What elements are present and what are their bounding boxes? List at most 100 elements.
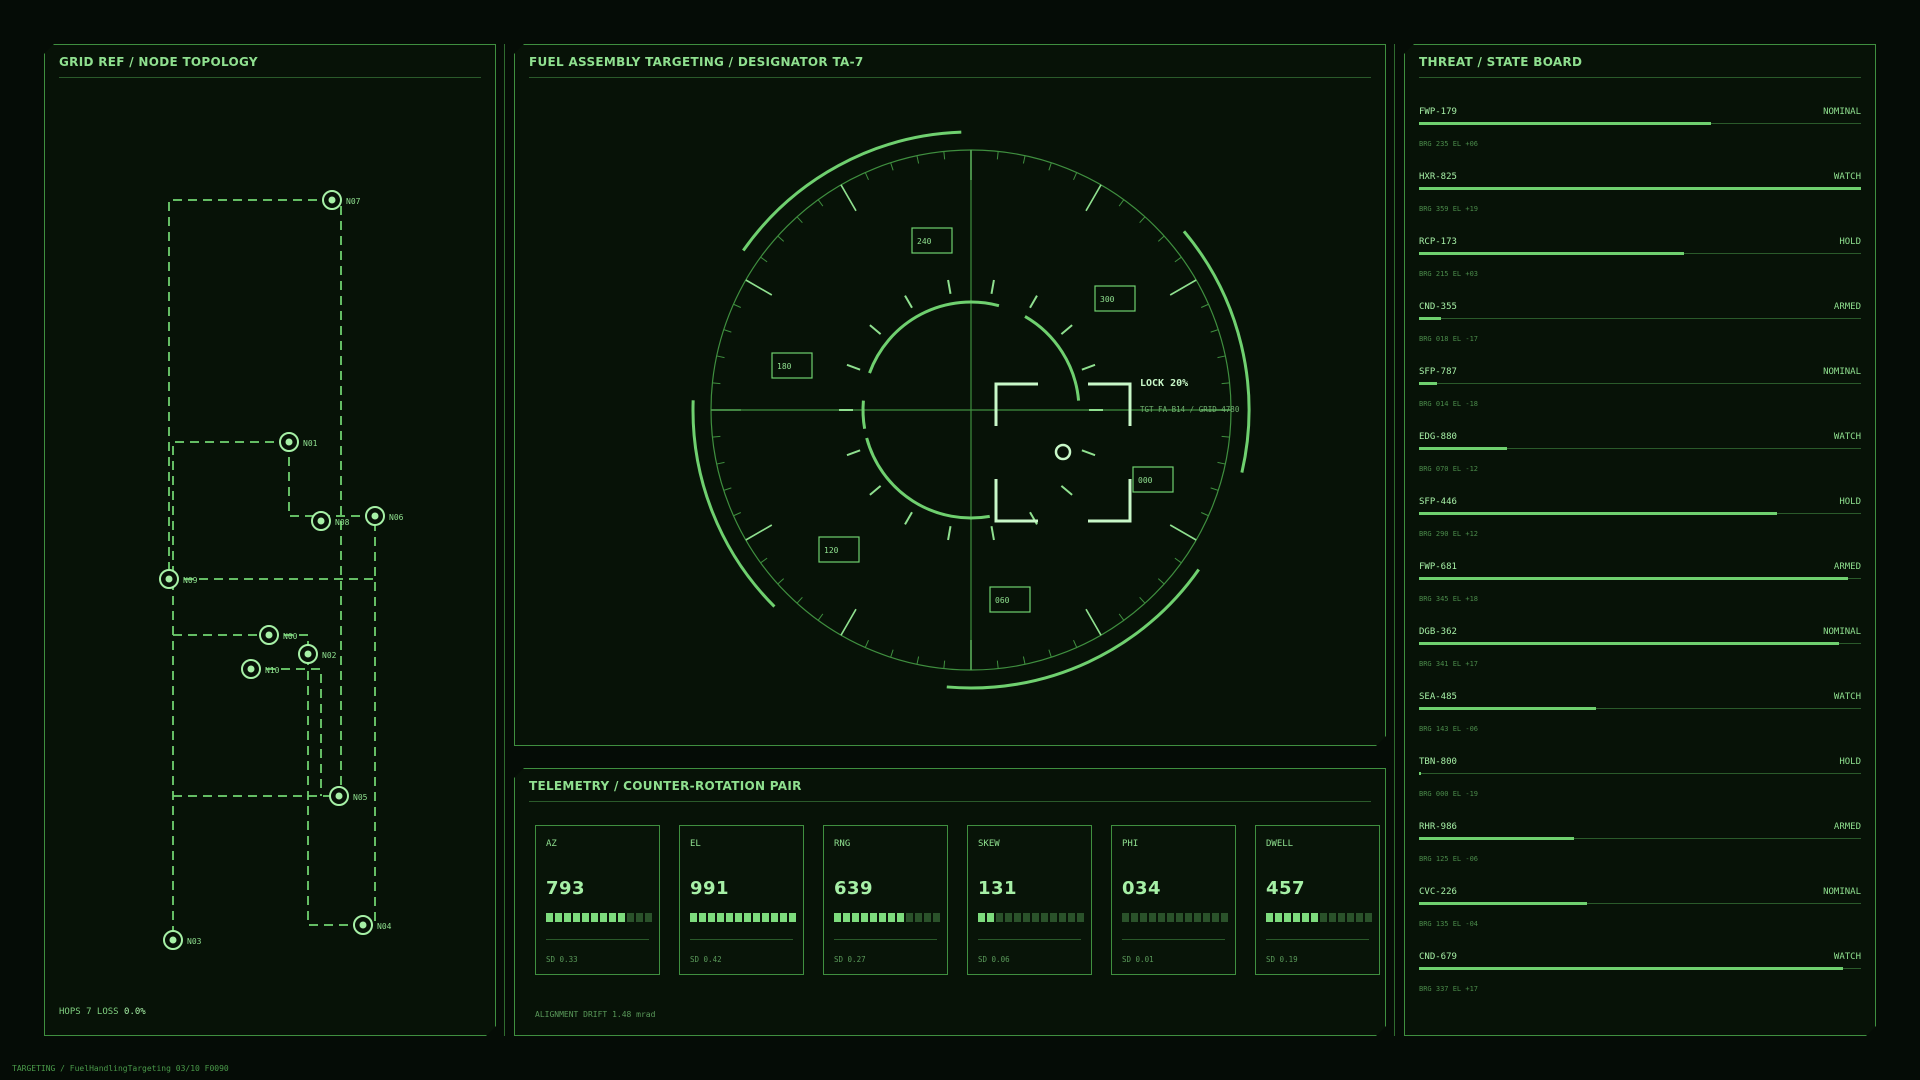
threat-row[interactable]: FWP-681 ARMED BRG 345 EL +18 bbox=[1419, 562, 1861, 627]
threat-bearing: BRG 337 EL +17 bbox=[1419, 985, 1479, 993]
inner-tick bbox=[1061, 486, 1072, 495]
scope-tick bbox=[1140, 597, 1145, 603]
bearing-box[interactable]: 000 bbox=[1133, 467, 1173, 492]
level-segment bbox=[699, 913, 706, 922]
threat-row[interactable]: DGB-362 NOMINAL BRG 341 EL +17 bbox=[1419, 627, 1861, 692]
telemetry-card-skew[interactable]: SKEW 131 SD 0.06 bbox=[967, 825, 1092, 975]
topology-node[interactable]: N01 bbox=[280, 433, 318, 451]
scope-tick bbox=[891, 650, 893, 658]
bearing-box[interactable]: 180 bbox=[772, 353, 812, 378]
level-segment bbox=[897, 913, 904, 922]
scope-tick bbox=[761, 257, 767, 262]
topology-node[interactable]: N10 bbox=[242, 660, 280, 678]
level-segment bbox=[726, 913, 733, 922]
telemetry-card-el[interactable]: EL 991 SD 0.42 bbox=[679, 825, 804, 975]
target-label: TGT FA-B14 / GRID 4780 bbox=[1140, 405, 1240, 414]
target-bracket[interactable] bbox=[1088, 479, 1130, 521]
target-bracket[interactable] bbox=[996, 384, 1038, 426]
threat-id: SEA-485 bbox=[1419, 692, 1457, 702]
threat-state: HOLD bbox=[1839, 497, 1861, 507]
level-segment bbox=[1212, 913, 1219, 922]
threat-row[interactable]: FWP-179 NOMINAL BRG 235 EL +06 bbox=[1419, 107, 1861, 172]
inner-arc bbox=[863, 401, 865, 429]
threat-row[interactable]: SEA-485 WATCH BRG 143 EL -06 bbox=[1419, 692, 1861, 757]
threat-level-fill bbox=[1419, 707, 1596, 710]
target-bracket[interactable] bbox=[1088, 384, 1130, 426]
scope-tick bbox=[1211, 330, 1219, 332]
telemetry-card-rng[interactable]: RNG 639 SD 0.27 bbox=[823, 825, 948, 975]
threat-id: CVC-226 bbox=[1419, 887, 1457, 897]
topology-link bbox=[321, 516, 375, 925]
threat-row[interactable]: RHR-986 ARMED BRG 125 EL -06 bbox=[1419, 822, 1861, 887]
telemetry-card-dwell[interactable]: DWELL 457 SD 0.19 bbox=[1255, 825, 1380, 975]
inner-tick bbox=[1030, 296, 1037, 308]
scope-tick bbox=[1023, 656, 1025, 664]
hops-loss-label: HOPS 7 LOSS bbox=[59, 1007, 119, 1017]
topology-node[interactable]: N03 bbox=[164, 931, 202, 949]
inner-tick bbox=[991, 526, 993, 540]
node-dot-icon bbox=[166, 576, 173, 583]
telemetry-card-az[interactable]: AZ 793 SD 0.33 bbox=[535, 825, 660, 975]
threat-bearing: BRG 014 EL -18 bbox=[1419, 400, 1479, 408]
scope-tick bbox=[1049, 650, 1051, 658]
topology-node[interactable]: N06 bbox=[366, 507, 404, 525]
telemetry-value: 793 bbox=[546, 878, 586, 899]
reticle-marker-icon[interactable] bbox=[1056, 445, 1070, 459]
scope-tick bbox=[1217, 356, 1225, 358]
level-segment bbox=[735, 913, 742, 922]
threat-row[interactable]: CND-355 ARMED BRG 018 EL -17 bbox=[1419, 302, 1861, 367]
topology-node[interactable]: N04 bbox=[354, 916, 392, 934]
threat-level-fill bbox=[1419, 512, 1777, 515]
topology-node[interactable]: N00 bbox=[260, 626, 298, 644]
threat-row[interactable]: TBN-800 HOLD BRG 000 EL -19 bbox=[1419, 757, 1861, 822]
bearing-box[interactable]: 120 bbox=[819, 537, 859, 562]
bearing-box[interactable]: 300 bbox=[1095, 286, 1135, 311]
topology-link bbox=[169, 200, 332, 579]
topology-panel: GRID REF / NODE TOPOLOGY N07 N01 N08 N06 N09… bbox=[44, 44, 496, 1036]
level-segment bbox=[555, 913, 562, 922]
bearing-box[interactable]: 060 bbox=[990, 587, 1030, 612]
outer-arc bbox=[693, 400, 774, 606]
bearing-label: 120 bbox=[824, 546, 839, 555]
threat-row[interactable]: SFP-787 NOMINAL BRG 014 EL -18 bbox=[1419, 367, 1861, 432]
scope-tick bbox=[733, 304, 740, 307]
topology-node[interactable]: N05 bbox=[330, 787, 368, 805]
topology-node[interactable]: N02 bbox=[299, 645, 337, 663]
alignment-drift: ALIGNMENT DRIFT 1.48 mrad bbox=[535, 1010, 656, 1019]
threat-row[interactable]: CVC-226 NOMINAL BRG 135 EL -04 bbox=[1419, 887, 1861, 952]
threat-row[interactable]: EDG-880 WATCH BRG 070 EL -12 bbox=[1419, 432, 1861, 497]
telemetry-panel: TELEMETRY / COUNTER-ROTATION PAIR AZ 793 S… bbox=[514, 768, 1386, 1036]
threat-state: HOLD bbox=[1839, 237, 1861, 247]
telemetry-sd: SD 0.01 bbox=[1122, 955, 1154, 964]
threat-row[interactable]: RCP-173 HOLD BRG 215 EL +03 bbox=[1419, 237, 1861, 302]
inner-tick bbox=[991, 280, 993, 294]
bearing-box[interactable]: 240 bbox=[912, 228, 952, 253]
threat-state: NOMINAL bbox=[1823, 107, 1861, 117]
threat-row[interactable]: SFP-446 HOLD BRG 290 EL +12 bbox=[1419, 497, 1861, 562]
bearing-label: 000 bbox=[1138, 476, 1153, 485]
topology-graph[interactable]: N07 N01 N08 N06 N09 N00 N02 N10 N05 N04 N03 bbox=[45, 45, 497, 1037]
bearing-label: 240 bbox=[917, 237, 932, 246]
threat-state: NOMINAL bbox=[1823, 887, 1861, 897]
node-dot-icon bbox=[372, 513, 379, 520]
targeting-scope[interactable]: 240 300 180 000 120 060 LOCK 20% TGT FA-B14 / G… bbox=[515, 45, 1387, 747]
telemetry-divider bbox=[690, 939, 793, 940]
threat-bearing: BRG 290 EL +12 bbox=[1419, 530, 1479, 538]
scope-tick bbox=[1158, 236, 1164, 241]
telemetry-level-bar bbox=[1266, 913, 1372, 922]
level-segment bbox=[1122, 913, 1129, 922]
scope-tick bbox=[1086, 185, 1101, 211]
topology-node[interactable]: N09 bbox=[160, 570, 198, 588]
topology-links bbox=[169, 200, 375, 940]
telemetry-card-phi[interactable]: PHI 034 SD 0.01 bbox=[1111, 825, 1236, 975]
threat-id: FWP-681 bbox=[1419, 562, 1457, 572]
level-segment bbox=[753, 913, 760, 922]
threat-bearing: BRG 018 EL -17 bbox=[1419, 335, 1479, 343]
threat-row[interactable]: CND-679 WATCH BRG 337 EL +17 bbox=[1419, 952, 1861, 1017]
threat-level-fill bbox=[1419, 187, 1861, 190]
threat-row[interactable]: HXR-825 WATCH BRG 359 EL +19 bbox=[1419, 172, 1861, 237]
threat-state: ARMED bbox=[1833, 302, 1861, 312]
level-segment bbox=[1356, 913, 1363, 922]
scope-tick bbox=[1201, 512, 1208, 515]
topology-node[interactable]: N08 bbox=[312, 512, 350, 530]
